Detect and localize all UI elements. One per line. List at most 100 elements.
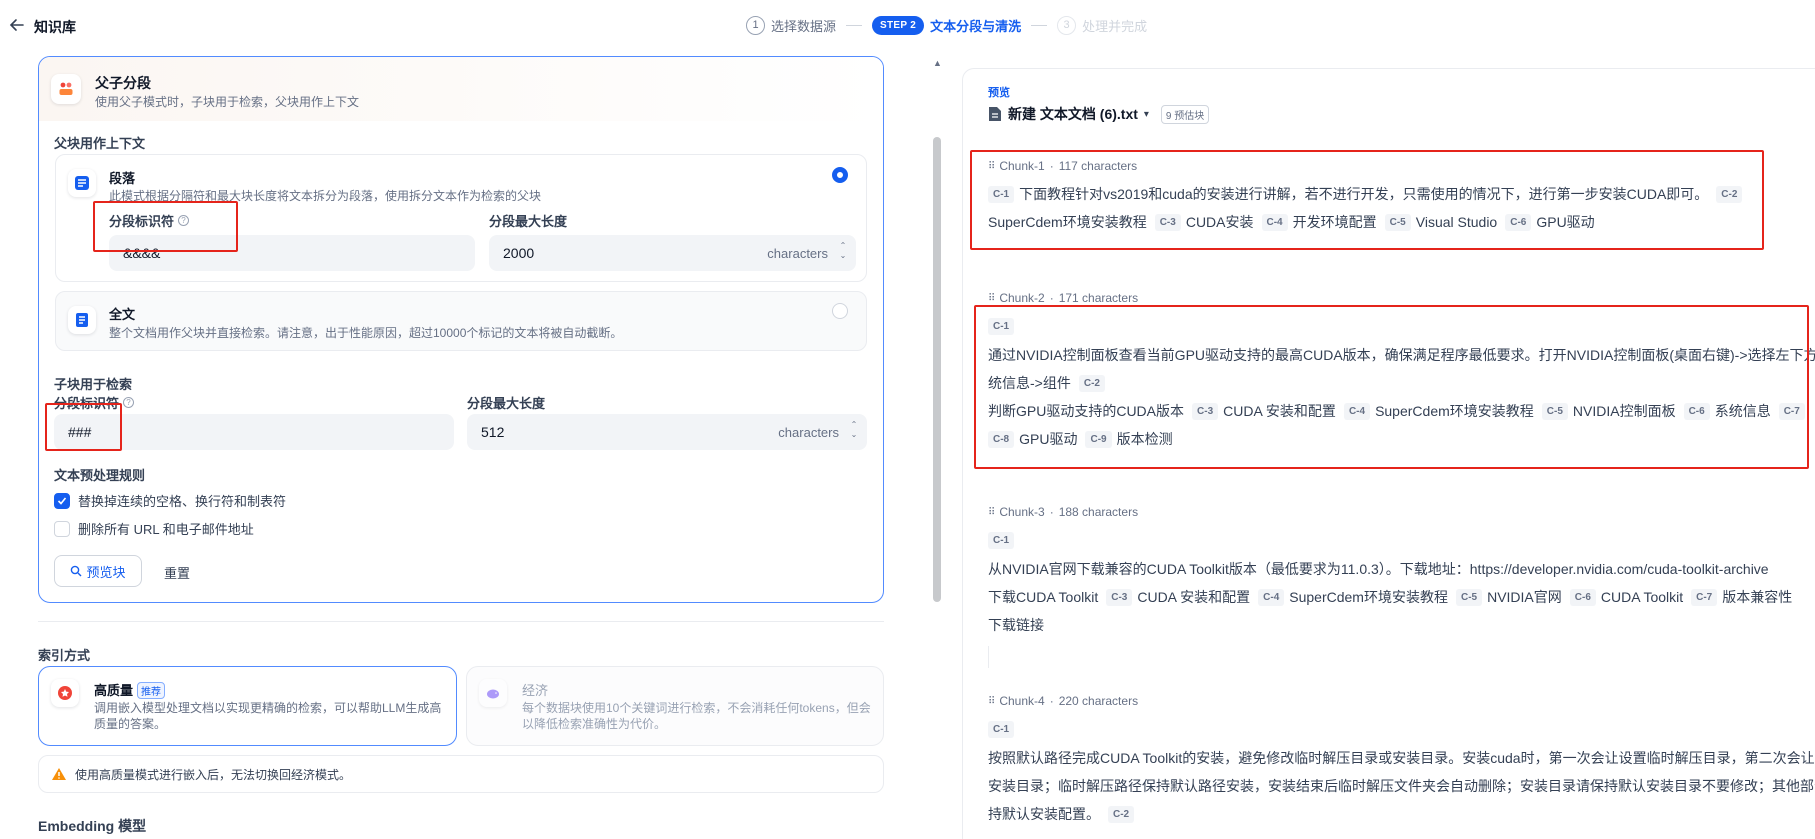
child-text: 判断GPU驱动支持的CUDA版本: [988, 403, 1185, 419]
child-text: CUDA安装: [1185, 214, 1254, 230]
warning-bar: 使用高质量模式进行嵌入后，无法切换回经济模式。: [38, 755, 884, 793]
checkbox-checked-icon[interactable]: [54, 492, 70, 509]
chunk-header: ⠿ Chunk-4 · 220 characters: [988, 694, 1138, 708]
segment-settings-panel: 父子分段 使用父子模式时，子块用于检索，父块用作上下文 父块用作上下文 段落 此…: [38, 50, 884, 839]
index-method-label: 索引方式: [38, 648, 91, 663]
step-divider: [1031, 24, 1048, 26]
step-3-number: 3: [1057, 15, 1077, 35]
high-quality-title: 高质量 推荐: [94, 680, 166, 699]
child-tag: C-6: [1569, 588, 1596, 606]
chunk-line: 统信息->组件 C-2: [988, 372, 1110, 394]
child-text: 下载链接: [988, 617, 1044, 633]
child-maxlen-input[interactable]: 512 characters ⌃ ⌄: [467, 414, 867, 450]
rule-whitespace[interactable]: 替换掉连续的空格、换行符和制表符: [54, 491, 286, 510]
child-text: 统信息->组件: [988, 375, 1071, 391]
chunk-chars: 188 characters: [1058, 505, 1139, 519]
child-maxlen-value: 512: [481, 424, 505, 440]
preview-chunks-button[interactable]: 预览块: [54, 555, 142, 587]
page-title[interactable]: 知识库: [34, 17, 76, 37]
high-quality-desc: 调用嵌入模型处理文档以实现更精确的检索，可以帮助LLM生成高质量的答案。: [94, 701, 442, 731]
rule-urls[interactable]: 删除所有 URL 和电子邮件地址: [54, 519, 254, 538]
top-bar: 知识库 1 选择数据源 STEP 2 文本分段与清洗 3 处理并完成: [0, 0, 1815, 50]
fulltext-radio[interactable]: [832, 303, 848, 319]
high-quality-icon: [51, 679, 79, 707]
separator-dot: ·: [1049, 159, 1054, 173]
help-icon[interactable]: ?: [123, 397, 135, 408]
economy-option[interactable]: 经济 每个数据块使用10个关键词进行检索，不会消耗任何tokens，但会以降低检…: [466, 666, 884, 746]
chunk-line: 下载链接: [988, 614, 1052, 636]
parent-delimiter-input[interactable]: &&&&: [109, 235, 475, 271]
scrollbar-thumb[interactable]: [933, 137, 941, 602]
parent-section-label: 父块用作上下文: [54, 136, 146, 151]
child-tag: C-4: [1343, 402, 1371, 420]
fulltext-icon: [68, 306, 96, 334]
parent-child-desc: 使用父子模式时，子块用于检索，父块用作上下文: [95, 95, 360, 109]
chunk-separator: [988, 646, 989, 668]
document-name: 新建 文本文档 (6).txt: [1008, 106, 1138, 122]
chunk-line: C-1: [988, 718, 1019, 740]
help-icon[interactable]: ?: [178, 215, 190, 226]
child-delimiter-input[interactable]: ###: [54, 414, 454, 450]
chunk-line: C-8 GPU驱动 C-9 版本检测: [988, 428, 1181, 450]
child-tag: C-6: [1683, 402, 1710, 420]
child-tag: C-7: [1691, 588, 1718, 606]
child-text: SuperCdem环境安装教程: [1375, 403, 1534, 419]
parent-child-icon: [51, 74, 81, 104]
chunk-id: Chunk-4: [999, 694, 1045, 708]
parent-maxlen-input[interactable]: 2000 characters ⌃ ⌄: [489, 235, 856, 271]
child-section-label: 子块用于检索: [54, 377, 133, 392]
maxlen-label: 分段最大长度: [489, 214, 568, 229]
child-text: 版本兼容性: [1722, 589, 1793, 605]
fulltext-title: 全文: [109, 307, 136, 322]
chunk-chars: 117 characters: [1058, 159, 1138, 173]
chunk-chars: 220 characters: [1058, 694, 1139, 708]
embedding-model-label: Embedding 模型: [38, 818, 147, 834]
fulltext-option[interactable]: 全文 整个文档用作父块并直接检索。请注意，出于性能原因，超过10000个标记的文…: [55, 291, 867, 351]
child-text: 开发环境配置: [1292, 214, 1377, 230]
parent-child-card-header: [39, 57, 883, 121]
piggy-bank-icon: [479, 679, 507, 707]
child-maxlen-label: 分段最大长度: [467, 396, 546, 411]
parent-child-card[interactable]: 父子分段 使用父子模式时，子块用于检索，父块用作上下文 父块用作上下文 段落 此…: [38, 56, 884, 603]
stepper-arrows-icon[interactable]: ⌃ ⌄: [849, 420, 859, 444]
step-2-pill: STEP 2: [872, 15, 925, 35]
preview-panel: 预览 新建 文本文档 (6).txt ▾ 9 预估块 ⠿ Chunk-1 · 1…: [962, 68, 1815, 839]
paragraph-title: 段落: [109, 171, 136, 186]
grip-icon: ⠿: [988, 695, 995, 707]
child-text: CUDA 安装和配置: [1223, 403, 1336, 419]
child-text: 按照默认路径完成CUDA Toolkit的安装，避免修改临时解压目录或安装目录。…: [988, 750, 1815, 766]
chevron-down-icon[interactable]: ▾: [1144, 109, 1149, 120]
child-tag: C-2: [1716, 185, 1743, 203]
child-tag: C-3: [1154, 213, 1181, 231]
paragraph-option[interactable]: 段落 此模式根据分隔符和最大块长度将文本拆分为段落，使用拆分文本作为检索的父块 …: [55, 154, 867, 282]
child-text: 下载CUDA Toolkit: [988, 589, 1099, 605]
grip-icon: ⠿: [988, 506, 995, 518]
checkbox-icon[interactable]: [54, 520, 70, 537]
child-tag: C-1: [988, 531, 1015, 549]
child-text: SuperCdem环境安装教程: [1289, 589, 1448, 605]
chunk-id: Chunk-1: [999, 159, 1045, 173]
high-quality-option[interactable]: 高质量 推荐 调用嵌入模型处理文档以实现更精确的检索，可以帮助LLM生成高质量的答…: [38, 666, 457, 746]
chunk-header: ⠿ Chunk-1 · 117 characters: [988, 159, 1137, 173]
grip-icon: ⠿: [988, 160, 995, 172]
arrow-left-icon[interactable]: [8, 16, 26, 34]
chunk-line: SuperCdem环境安装教程 C-3 CUDA安装 C-4 开发环境配置 C-5 V…: [988, 211, 1603, 233]
reset-button[interactable]: 重置: [164, 563, 190, 582]
stepper-arrows-icon[interactable]: ⌃ ⌄: [838, 241, 848, 265]
rule-whitespace-label: 替换掉连续的空格、换行符和制表符: [78, 494, 287, 509]
document-selector[interactable]: 新建 文本文档 (6).txt ▾ 9 预估块: [988, 104, 1210, 124]
grip-icon: ⠿: [988, 292, 995, 304]
child-tag: C-5: [1541, 402, 1568, 420]
delimiter-label-text: 分段标识符: [109, 214, 175, 229]
child-tag: C-4: [1261, 213, 1288, 231]
child-text: GPU驱动: [1536, 214, 1595, 230]
chunk-line: 持默认安装配置。 C-2: [988, 803, 1139, 825]
child-text: GPU驱动: [1019, 431, 1078, 447]
child-delimiter-label: 分段标识符?: [54, 393, 135, 412]
child-text: CUDA 安装和配置: [1137, 589, 1251, 605]
separator-dot: ·: [1049, 505, 1054, 519]
delimiter-label: 分段标识符?: [109, 211, 190, 230]
child-text: NVIDIA控制面板: [1572, 403, 1676, 419]
scroll-up-icon[interactable]: ▲: [933, 58, 942, 68]
paragraph-radio[interactable]: [832, 167, 848, 183]
